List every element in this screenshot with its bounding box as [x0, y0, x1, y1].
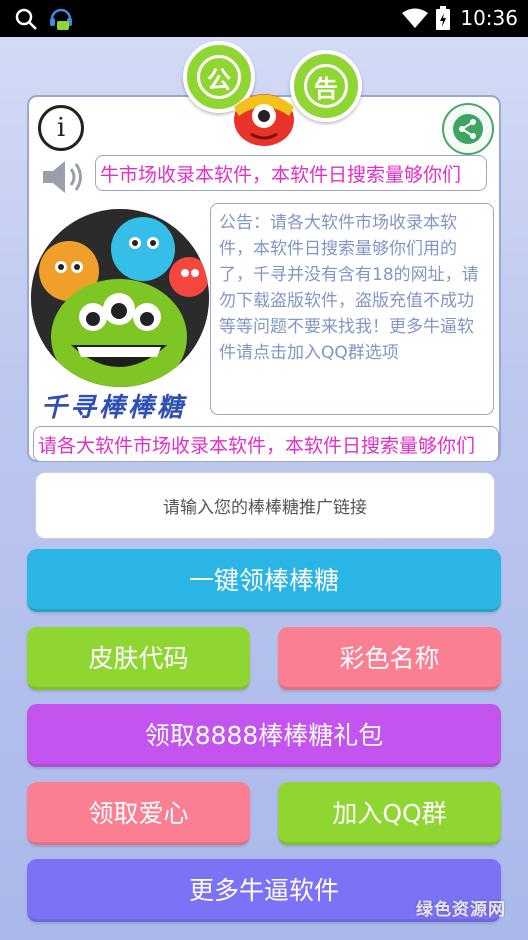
- gift-pack-button[interactable]: 领取8888棒棒糖礼包: [27, 704, 501, 767]
- color-name-button[interactable]: 彩色名称: [278, 627, 501, 690]
- battery-icon: [436, 6, 450, 34]
- share-icon[interactable]: [442, 103, 494, 155]
- wifi-icon: [402, 8, 428, 32]
- promo-link-input[interactable]: 请输入您的棒棒糖推广链接: [35, 472, 495, 539]
- join-qq-button[interactable]: 加入QQ群: [278, 782, 501, 845]
- marquee-bottom: 请各大软件市场收录本软件，本软件日搜索量够你们: [33, 426, 499, 462]
- red-monster-mascot: [229, 82, 299, 152]
- speaker-icon[interactable]: [41, 157, 89, 201]
- logo-circle: [31, 209, 209, 387]
- clock: 10:36: [460, 6, 518, 30]
- promo-link-placeholder: 请输入您的棒棒糖推广链接: [163, 498, 367, 518]
- claim-candy-button[interactable]: 一键领棒棒糖: [27, 549, 501, 612]
- marquee-top-text: 牛市场收录本软件，本软件日搜索量够你们: [100, 163, 462, 186]
- app-logo: 千寻棒棒糖: [31, 209, 209, 423]
- notice-badge-right: 告: [290, 50, 362, 122]
- info-icon[interactable]: i: [38, 105, 84, 151]
- marquee-top: 牛市场收录本软件，本软件日搜索量够你们: [95, 155, 487, 191]
- logo-caption: 千寻棒棒糖: [41, 393, 187, 423]
- watermark: 绿色资源网: [416, 900, 506, 920]
- notice-box: 公告：请各大软件市场收录本软件，本软件日搜索量够你们用的了，千寻并没有含有18的…: [210, 203, 494, 415]
- marquee-bottom-text: 请各大软件市场收录本软件，本软件日搜索量够你们: [38, 434, 476, 457]
- claim-love-button[interactable]: 领取爱心: [27, 782, 250, 845]
- badge-char-right: 告: [304, 64, 348, 108]
- status-bar: 10:36: [0, 0, 528, 37]
- search-icon: [14, 7, 38, 35]
- skin-code-button[interactable]: 皮肤代码: [27, 627, 250, 690]
- notification-bot-icon: [48, 5, 74, 37]
